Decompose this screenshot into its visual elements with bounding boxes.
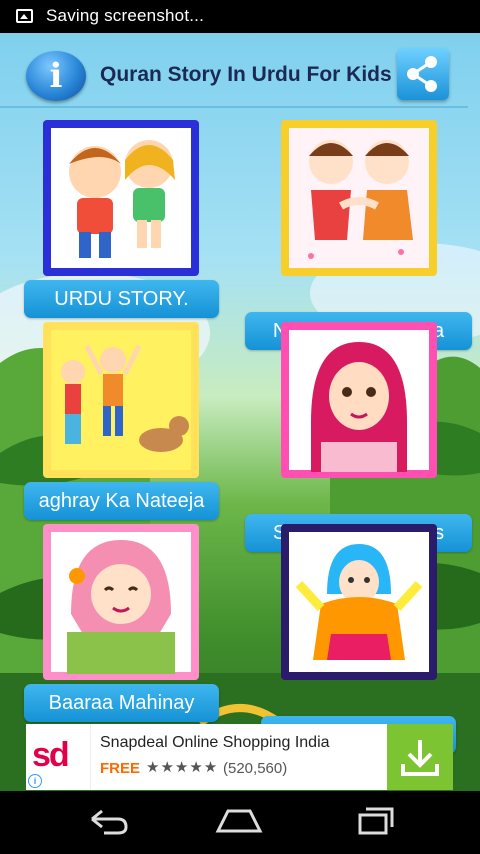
ad-price: FREE (100, 760, 141, 777)
ad-title[interactable]: Snapdeal Online Shopping India (100, 734, 330, 752)
two-girls-hugging-illustration[interactable] (281, 120, 437, 276)
home-button[interactable] (214, 805, 264, 837)
back-icon (91, 809, 128, 835)
info-button[interactable]: i (26, 51, 86, 101)
back-button[interactable] (82, 805, 132, 837)
recents-button[interactable] (350, 805, 400, 837)
app-title: Quran Story In Urdu For Kids (100, 63, 392, 86)
ad-download-button[interactable] (387, 724, 453, 790)
status-bar: Saving screenshot... (0, 0, 480, 33)
story-button-5[interactable]: Baaraa Mahinay (24, 684, 219, 722)
info-icon: i (49, 56, 63, 96)
ad-rating-count: (520,560) (223, 760, 288, 777)
app-header: i Quran Story In Urdu For Kids (0, 33, 480, 108)
screenshot-icon (16, 9, 33, 23)
share-button[interactable] (397, 48, 449, 100)
kids-jumping-dog-illustration[interactable] (43, 322, 199, 478)
girl-headscarf-illustration[interactable] (43, 524, 199, 680)
ad-banner[interactable]: sd i Snapdeal Online Shopping India FREE… (26, 724, 453, 790)
home-icon (215, 809, 263, 833)
ad-info-icon[interactable]: i (28, 774, 42, 788)
status-message: Saving screenshot... (46, 6, 205, 25)
girl-hijab-illustration[interactable] (281, 322, 437, 478)
app-screen: i Quran Story In Urdu For Kids URDU STOR… (0, 33, 480, 791)
download-icon (401, 740, 439, 776)
girl-waving-illustration[interactable] (281, 524, 437, 680)
boy-girl-backpack-illustration[interactable] (43, 120, 199, 276)
header-divider (0, 106, 468, 108)
story-button-1[interactable]: URDU STORY. (24, 280, 219, 318)
recents-icon (358, 807, 394, 835)
navigation-bar (0, 791, 480, 854)
ad-rating-stars: ★★★★★ (146, 759, 219, 776)
share-icon (407, 56, 437, 92)
story-button-3[interactable]: aghray Ka Nateeja (24, 482, 219, 520)
